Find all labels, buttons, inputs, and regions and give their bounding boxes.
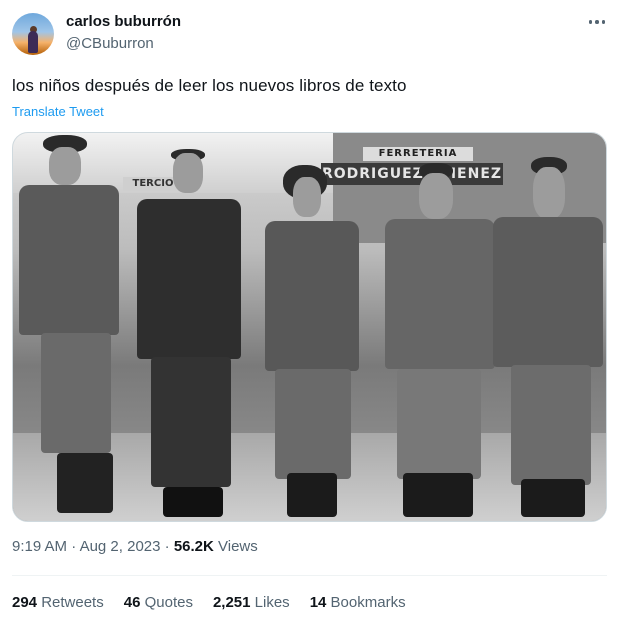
views-label: Views xyxy=(213,538,258,555)
tweet-time[interactable]: 9:19 AM xyxy=(12,538,67,555)
quotes-stat[interactable]: 46 Quotes xyxy=(124,594,193,611)
quotes-count: 46 xyxy=(123,594,141,611)
more-options-icon[interactable] xyxy=(584,12,610,32)
retweets-stat[interactable]: 294 Retweets xyxy=(12,594,104,611)
author-handle[interactable]: @CBuburron xyxy=(66,35,154,52)
tweet-card: carlos buburrón @CBuburron los niños des… xyxy=(0,0,636,620)
more-dot xyxy=(588,20,593,24)
divider xyxy=(12,575,607,576)
more-dot xyxy=(595,20,599,24)
tweet-date[interactable]: Aug 2, 2023 xyxy=(80,538,161,555)
tweet-text: los niños después de leer los nuevos lib… xyxy=(12,76,407,95)
tweet-meta: 9:19 AM · Aug 2, 2023 · 56.2K Views xyxy=(12,538,258,555)
meta-separator: · xyxy=(67,538,80,555)
quotes-label: Quotes xyxy=(140,594,193,611)
retweets-count: 294 xyxy=(12,594,38,611)
author-display-name[interactable]: carlos buburrón xyxy=(66,13,181,30)
avatar-figure-body xyxy=(28,31,38,53)
views-count: 56.2K xyxy=(173,538,214,555)
bookmarks-stat[interactable]: 14 Bookmarks xyxy=(310,594,406,611)
avatar[interactable] xyxy=(12,13,54,55)
translate-tweet-link[interactable]: Translate Tweet xyxy=(12,104,104,119)
likes-stat[interactable]: 2,251 Likes xyxy=(213,594,290,611)
engagement-stats: 294 Retweets 46 Quotes 2,251 Likes 14 Bo… xyxy=(12,594,426,611)
retweets-label: Retweets xyxy=(37,594,104,611)
likes-label: Likes xyxy=(250,594,290,611)
bookmarks-label: Bookmarks xyxy=(326,594,406,611)
tweet-photo[interactable]: FERRETERIA RODRIGUEZ JIMENEZ TERCIO xyxy=(12,132,607,522)
meta-separator: · xyxy=(160,538,174,555)
more-dot xyxy=(601,20,606,24)
photo-sign-rodriguez: RODRIGUEZ JIMENEZ xyxy=(321,163,503,185)
likes-count: 2,251 xyxy=(212,594,251,611)
photo-sign-ferreteria: FERRETERIA xyxy=(363,147,473,161)
bookmarks-count: 14 xyxy=(309,594,327,611)
